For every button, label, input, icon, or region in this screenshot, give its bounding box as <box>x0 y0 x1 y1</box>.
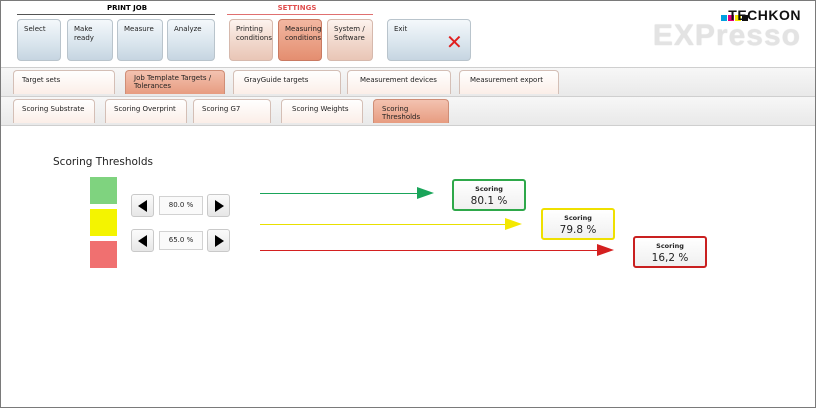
printing-conditions-button[interactable]: Printing conditions <box>229 19 273 61</box>
green-threshold-swatch <box>90 177 117 204</box>
lower-threshold-value[interactable]: 65.0 % <box>159 231 203 250</box>
tab-scoring-weights[interactable]: Scoring Weights <box>281 99 363 123</box>
print-job-group-label: PRINT JOB <box>106 4 148 12</box>
yellow-arrowhead-icon <box>505 218 522 230</box>
arrow-left-icon <box>138 200 147 212</box>
analyze-button[interactable]: Analyze <box>167 19 215 61</box>
tab-scoring-substrate[interactable]: Scoring Substrate <box>13 99 95 123</box>
exit-button[interactable]: Exit ✕ <box>387 19 471 61</box>
settings-divider <box>227 14 373 15</box>
score-label: Scoring <box>564 214 592 222</box>
score-card-green: Scoring 80.1 % <box>452 179 526 211</box>
tab-target-sets[interactable]: Target sets <box>13 70 115 94</box>
green-arrow-line <box>260 193 418 194</box>
upper-threshold-value[interactable]: 80.0 % <box>159 196 203 215</box>
scoring-tab-row: Scoring Substrate Scoring Overprint Scor… <box>1 97 815 126</box>
tab-scoring-thresholds[interactable]: Scoring Thresholds <box>373 99 449 123</box>
arrow-right-icon <box>215 200 224 212</box>
select-button[interactable]: Select <box>17 19 61 61</box>
score-card-yellow: Scoring 79.8 % <box>541 208 615 240</box>
system-software-button[interactable]: System / Software <box>327 19 373 61</box>
yellow-arrow-line <box>260 224 506 225</box>
red-arrowhead-icon <box>597 244 614 256</box>
page-title: Scoring Thresholds <box>53 156 153 168</box>
logo-product-text: EXPresso <box>652 19 801 52</box>
app-window: PRINT JOB SETTINGS Select Make ready Mea… <box>0 0 816 408</box>
score-value: 16,2 % <box>651 252 689 264</box>
red-arrow-line <box>260 250 598 251</box>
tab-scoring-overprint[interactable]: Scoring Overprint <box>105 99 187 123</box>
arrow-right-icon <box>215 235 224 247</box>
tab-measurement-devices[interactable]: Measurement devices <box>347 70 451 94</box>
settings-group-label: SETTINGS <box>277 4 317 12</box>
lower-threshold-stepper: 65.0 % <box>131 229 231 253</box>
settings-tab-row: Target sets Job Template Targets / Toler… <box>1 67 815 97</box>
measuring-conditions-button[interactable]: Measuring conditions <box>278 19 322 61</box>
print-job-divider <box>17 14 215 15</box>
upper-threshold-stepper: 80.0 % <box>131 194 231 218</box>
techkon-logo: TECHKON EXPresso <box>652 5 805 61</box>
tab-scoring-g7[interactable]: Scoring G7 <box>193 99 271 123</box>
upper-threshold-increase-button[interactable] <box>207 194 230 217</box>
green-arrowhead-icon <box>417 187 434 199</box>
score-label: Scoring <box>475 185 503 193</box>
score-card-red: Scoring 16,2 % <box>633 236 707 268</box>
score-value: 80.1 % <box>470 195 508 207</box>
make-ready-button[interactable]: Make ready <box>67 19 113 61</box>
lower-threshold-decrease-button[interactable] <box>131 229 154 252</box>
exit-label: Exit <box>394 25 408 33</box>
arrow-left-icon <box>138 235 147 247</box>
upper-threshold-decrease-button[interactable] <box>131 194 154 217</box>
top-toolbar: PRINT JOB SETTINGS Select Make ready Mea… <box>1 1 815 67</box>
yellow-threshold-swatch <box>90 209 117 236</box>
red-threshold-swatch <box>90 241 117 268</box>
close-icon: ✕ <box>446 30 463 54</box>
lower-threshold-increase-button[interactable] <box>207 229 230 252</box>
tab-job-template[interactable]: Job Template Targets / Tolerances <box>125 70 225 94</box>
tab-measurement-export[interactable]: Measurement export <box>459 70 559 94</box>
tab-grayguide-targets[interactable]: GrayGuide targets <box>233 70 341 94</box>
measure-button[interactable]: Measure <box>117 19 163 61</box>
score-label: Scoring <box>656 242 684 250</box>
score-value: 79.8 % <box>559 224 597 236</box>
